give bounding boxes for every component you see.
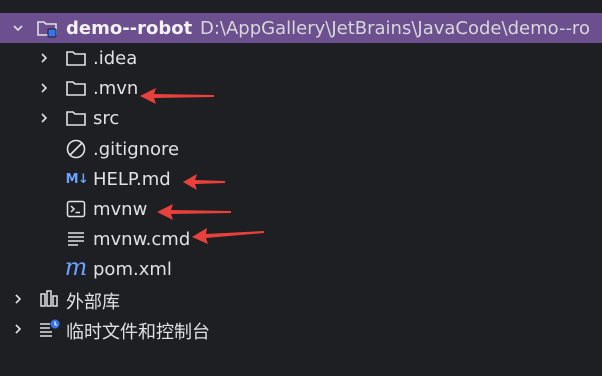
chevron-right-icon[interactable] xyxy=(13,294,23,304)
text-file-icon xyxy=(65,228,87,250)
tree-item-label: src xyxy=(93,108,120,129)
tree-item-src[interactable]: src xyxy=(0,103,602,133)
tree-item-external-libraries[interactable]: 外部库 xyxy=(0,284,602,314)
chevron-right-icon[interactable] xyxy=(13,324,23,334)
tree-item-help-md[interactable]: M↓ HELP.md xyxy=(0,164,602,194)
tree-item-pom-xml[interactable]: m pom.xml xyxy=(0,254,602,284)
chevron-down-icon[interactable] xyxy=(13,23,23,33)
tree-item-mvnw-cmd[interactable]: mvnw.cmd xyxy=(0,224,602,254)
chevron-right-icon[interactable] xyxy=(39,83,49,93)
module-folder-icon xyxy=(36,17,58,39)
tree-item-scratches[interactable]: 临时文件和控制台 xyxy=(0,314,602,344)
tree-item-idea[interactable]: .idea xyxy=(0,43,602,73)
library-icon xyxy=(38,288,60,310)
tree-item-gitignore[interactable]: .gitignore xyxy=(0,134,602,164)
tree-item-mvnw[interactable]: mvnw xyxy=(0,194,602,224)
tree-item-label: HELP.md xyxy=(93,169,171,190)
folder-icon xyxy=(65,77,87,99)
project-root-row[interactable]: demo--robot D:\AppGallery\JetBrains\Java… xyxy=(0,13,602,43)
ignore-file-icon xyxy=(65,138,87,160)
terminal-icon xyxy=(65,198,87,220)
annotation-arrow-icon xyxy=(183,173,225,191)
tree-item-label: .gitignore xyxy=(93,139,180,160)
annotation-arrow-icon xyxy=(192,226,264,244)
project-name: demo--robot xyxy=(66,18,193,39)
tree-item-label: mvnw.cmd xyxy=(93,229,191,250)
chevron-right-icon[interactable] xyxy=(39,53,49,63)
annotation-arrow-icon xyxy=(157,203,231,221)
tree-item-label: 外部库 xyxy=(66,292,120,313)
folder-icon xyxy=(65,47,87,69)
markdown-icon: M↓ xyxy=(65,171,89,187)
tree-item-mvn[interactable]: .mvn xyxy=(0,73,602,103)
project-tree: demo--robot D:\AppGallery\JetBrains\Java… xyxy=(0,0,602,376)
project-path: D:\AppGallery\JetBrains\JavaCode\demo--r… xyxy=(200,18,590,39)
chevron-right-icon[interactable] xyxy=(39,113,49,123)
maven-icon: m xyxy=(64,253,88,281)
tree-item-label: .idea xyxy=(93,48,138,69)
folder-icon xyxy=(65,107,87,129)
scratches-icon xyxy=(38,318,60,340)
tree-item-label: 临时文件和控制台 xyxy=(66,322,210,343)
tree-item-label: .mvn xyxy=(93,78,139,99)
tree-item-label: pom.xml xyxy=(93,259,172,280)
annotation-arrow-icon xyxy=(140,87,214,105)
tree-item-label: mvnw xyxy=(93,199,148,220)
